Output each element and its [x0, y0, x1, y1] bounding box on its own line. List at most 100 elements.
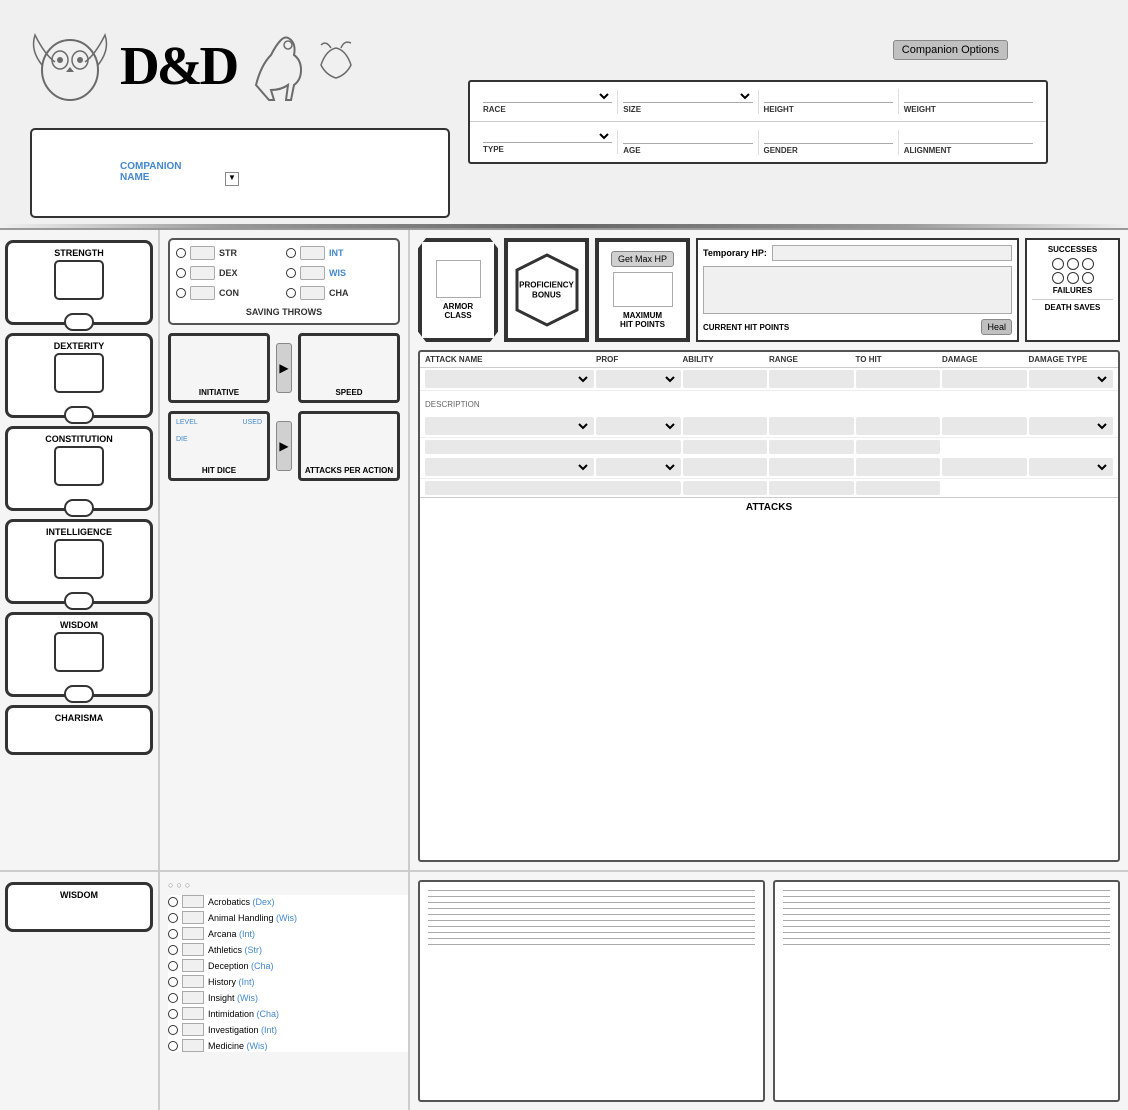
con-proficiency-circle[interactable] — [176, 288, 186, 298]
current-hp-value[interactable] — [703, 266, 1012, 314]
attack-1-damage-type[interactable] — [942, 370, 1027, 388]
companion-name-dropdown[interactable]: ▼ — [225, 172, 239, 186]
constitution-value[interactable] — [54, 446, 104, 486]
success-circle-1[interactable] — [1052, 258, 1064, 270]
saving-throw-dex: DEX — [176, 266, 282, 280]
attack-1-name[interactable] — [425, 370, 594, 388]
get-max-hp-button[interactable]: Get Max HP — [611, 251, 674, 267]
attack-3-type-select[interactable] — [1032, 458, 1111, 476]
history-prof-circle[interactable] — [168, 977, 178, 987]
medicine-prof-circle[interactable] — [168, 1041, 178, 1051]
temporary-hp-value[interactable] — [772, 245, 1012, 261]
attack-1-type-select[interactable] — [1032, 370, 1111, 388]
attack-3-prof[interactable] — [596, 458, 681, 476]
attack-2-range-val[interactable] — [683, 440, 768, 454]
attack-2-damage[interactable] — [856, 417, 941, 435]
heal-button[interactable]: Heal — [981, 319, 1012, 335]
wis-proficiency-circle[interactable] — [286, 268, 296, 278]
max-hp-value[interactable] — [613, 272, 673, 307]
attack-1-range[interactable] — [683, 370, 768, 388]
intimidation-prof-circle[interactable] — [168, 1009, 178, 1019]
attack-1-prof[interactable] — [596, 370, 681, 388]
size-dropdown[interactable] — [623, 90, 752, 103]
type-field: TYPE — [478, 130, 618, 154]
hitdice-add-button[interactable]: ▶ — [276, 421, 292, 471]
companion-options-button[interactable]: Companion Options — [893, 40, 1008, 60]
str-proficiency-circle[interactable] — [176, 248, 186, 258]
failure-circle-1[interactable] — [1052, 272, 1064, 284]
attack-1-damage[interactable] — [856, 370, 941, 388]
notes-textarea-2[interactable] — [775, 882, 1118, 1100]
attack-2-damage-type-2[interactable] — [1029, 417, 1114, 435]
dex-proficiency-circle[interactable] — [176, 268, 186, 278]
attack-2-hit-val[interactable] — [769, 440, 854, 454]
damage-type-header: DAMAGE TYPE — [1029, 355, 1114, 364]
attack-2-name[interactable] — [425, 417, 594, 435]
constitution-box: CONSTITUTION — [5, 426, 153, 511]
initiative-add-button[interactable]: ▶ — [276, 343, 292, 393]
attack-3-damage-type[interactable] — [942, 458, 1027, 476]
attack-1-name-select[interactable] — [428, 370, 591, 388]
attack-2-range[interactable] — [683, 417, 768, 435]
failure-circle-2[interactable] — [1067, 272, 1079, 284]
attack-2-to-hit[interactable] — [769, 417, 854, 435]
attack-2-type-select[interactable] — [1032, 417, 1111, 435]
initiative-value[interactable] — [176, 341, 262, 381]
acrobatics-prof-circle[interactable] — [168, 897, 178, 907]
attack-desc-2-text[interactable] — [425, 440, 681, 454]
attack-desc-3-text[interactable] — [425, 481, 681, 495]
attack-3-dmg-val[interactable] — [856, 481, 941, 495]
dex-save-label: DEX — [219, 268, 238, 278]
char-info-row-1: RACE SIZE HEIGHT WEIGHT — [470, 82, 1046, 122]
attack-3-damage-type-2[interactable] — [1029, 458, 1114, 476]
saving-throws-title: SAVING THROWS — [176, 307, 392, 317]
type-dropdown[interactable] — [483, 130, 612, 143]
athletics-prof-circle[interactable] — [168, 945, 178, 955]
insight-label: Insight (Wis) — [208, 993, 258, 1003]
attack-2-dmg-val[interactable] — [856, 440, 941, 454]
weight-value[interactable] — [904, 89, 1033, 103]
intelligence-value[interactable] — [54, 539, 104, 579]
cha-proficiency-circle[interactable] — [286, 288, 296, 298]
animal-handling-prof-circle[interactable] — [168, 913, 178, 923]
wisdom-value[interactable] — [54, 632, 104, 672]
speed-value[interactable] — [306, 341, 392, 381]
insight-prof-circle[interactable] — [168, 993, 178, 1003]
notes-panel-1 — [418, 880, 765, 1102]
int-proficiency-circle[interactable] — [286, 248, 296, 258]
attack-3-prof-select[interactable] — [599, 458, 678, 476]
attack-2-name-select[interactable] — [428, 417, 591, 435]
armor-class-value[interactable] — [436, 260, 481, 298]
attack-1-prof-select[interactable] — [599, 370, 678, 388]
attack-3-hit-val[interactable] — [769, 481, 854, 495]
deception-prof-circle[interactable] — [168, 961, 178, 971]
dragon-icon — [316, 40, 356, 90]
success-circle-3[interactable] — [1082, 258, 1094, 270]
dexterity-value[interactable] — [54, 353, 104, 393]
attack-1-to-hit[interactable] — [769, 370, 854, 388]
attack-row-2 — [420, 415, 1118, 438]
investigation-prof-circle[interactable] — [168, 1025, 178, 1035]
alignment-value[interactable] — [904, 130, 1033, 144]
notes-textarea-1[interactable] — [420, 882, 763, 1100]
failure-circle-3[interactable] — [1082, 272, 1094, 284]
attack-1-damage-type-2[interactable] — [1029, 370, 1114, 388]
height-value[interactable] — [764, 89, 893, 103]
age-label: AGE — [623, 146, 752, 155]
attack-2-damage-type[interactable] — [942, 417, 1027, 435]
gender-value[interactable] — [764, 130, 893, 144]
attack-2-prof-select[interactable] — [599, 417, 678, 435]
attack-3-name[interactable] — [425, 458, 594, 476]
attack-3-name-select[interactable] — [428, 458, 591, 476]
arcana-prof-circle[interactable] — [168, 929, 178, 939]
attack-3-range[interactable] — [683, 458, 768, 476]
attack-2-prof[interactable] — [596, 417, 681, 435]
attack-3-damage[interactable] — [856, 458, 941, 476]
type-label: TYPE — [483, 145, 612, 154]
attack-3-to-hit[interactable] — [769, 458, 854, 476]
race-dropdown[interactable] — [483, 90, 612, 103]
success-circle-2[interactable] — [1067, 258, 1079, 270]
age-value[interactable] — [623, 130, 752, 144]
strength-value[interactable] — [54, 260, 104, 300]
attack-3-range-val[interactable] — [683, 481, 768, 495]
